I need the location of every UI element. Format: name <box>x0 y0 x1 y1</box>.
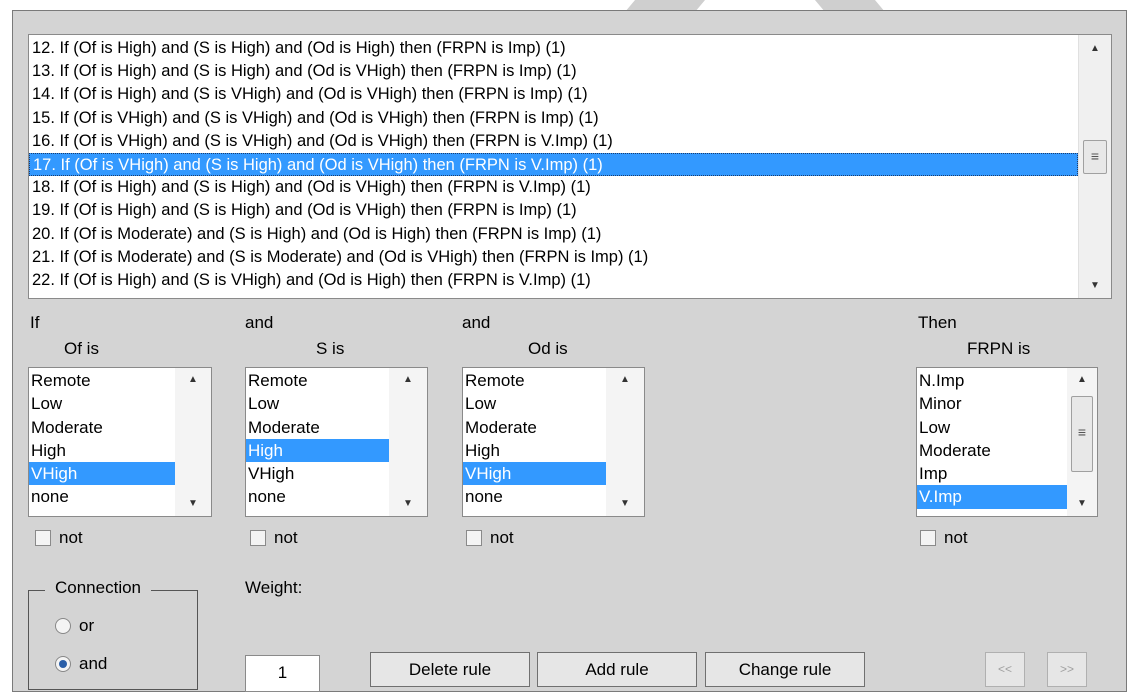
listbox-option[interactable]: Low <box>246 392 389 415</box>
rule-list-item[interactable]: 12. If (Of is High) and (S is High) and … <box>29 37 1078 60</box>
frpn-listbox[interactable]: N.Imp Minor Low Moderate Imp V.Imp ▲ ≡ ▼ <box>916 367 1098 517</box>
rule-list-item[interactable]: 18. If (Of is High) and (S is High) and … <box>29 176 1078 199</box>
listbox-option[interactable]: VHigh <box>29 462 175 486</box>
od-title: Od is <box>528 339 568 358</box>
scroll-down-icon[interactable]: ▼ <box>1079 276 1111 296</box>
scroll-up-icon[interactable]: ▲ <box>606 370 644 390</box>
and-label: and <box>79 654 108 673</box>
listbox-option[interactable]: none <box>29 485 175 508</box>
od-listbox-scrollbar[interactable]: ▲ ▼ <box>606 368 644 516</box>
not-label: not <box>274 528 298 547</box>
checkbox-box[interactable] <box>920 530 936 546</box>
scroll-up-icon[interactable]: ▲ <box>389 370 427 390</box>
rule-list-item[interactable]: 19. If (Of is High) and (S is High) and … <box>29 199 1078 222</box>
rule-list-items: 12. If (Of is High) and (S is High) and … <box>29 37 1078 292</box>
delete-rule-button[interactable]: Delete rule <box>370 652 530 687</box>
grip-icon: ≡ <box>1090 148 1100 165</box>
listbox-option[interactable]: Minor <box>917 392 1067 415</box>
frpn-listbox-scrollbar[interactable]: ▲ ≡ ▼ <box>1067 368 1097 516</box>
rule-list-item[interactable]: 13. If (Of is High) and (S is High) and … <box>29 60 1078 83</box>
rule-list-item[interactable]: 14. If (Of is High) and (S is VHigh) and… <box>29 83 1078 106</box>
weight-label: Weight: <box>245 578 303 597</box>
listbox-option[interactable]: Remote <box>246 369 389 392</box>
top-background <box>0 0 1127 12</box>
listbox-option[interactable]: Moderate <box>246 416 389 439</box>
listbox-option[interactable]: Low <box>463 392 606 415</box>
scroll-down-icon[interactable]: ▼ <box>175 494 211 514</box>
rule-list-item[interactable]: 20. If (Of is Moderate) and (S is High) … <box>29 223 1078 246</box>
of-not-checkbox[interactable]: not <box>35 528 83 548</box>
rule-list-item[interactable]: 15. If (Of is VHigh) and (S is VHigh) an… <box>29 107 1078 130</box>
od-not-checkbox[interactable]: not <box>466 528 514 548</box>
listbox-option[interactable]: High <box>246 438 389 463</box>
rule-list[interactable]: 12. If (Of is High) and (S is High) and … <box>28 34 1112 299</box>
listbox-option[interactable]: none <box>463 485 606 508</box>
s-title: S is <box>316 339 345 358</box>
listbox-option[interactable]: Moderate <box>917 439 1067 462</box>
listbox-option[interactable]: Moderate <box>463 416 606 439</box>
and-radio[interactable]: and <box>55 654 107 674</box>
of-listbox[interactable]: Remote Low Moderate High VHigh none ▲ ▼ <box>28 367 212 517</box>
of-listbox-scrollbar[interactable]: ▲ ▼ <box>175 368 211 516</box>
listbox-option[interactable]: N.Imp <box>917 369 1067 392</box>
radio-dot[interactable] <box>55 618 71 634</box>
listbox-option[interactable]: High <box>463 439 606 462</box>
checkbox-box[interactable] <box>466 530 482 546</box>
listbox-option[interactable]: Imp <box>917 462 1067 485</box>
scroll-thumb[interactable]: ≡ <box>1071 396 1093 472</box>
weight-input[interactable]: 1 <box>245 655 320 692</box>
not-label: not <box>490 528 514 547</box>
rule-list-item[interactable]: 21. If (Of is Moderate) and (S is Modera… <box>29 246 1078 269</box>
if-label: If <box>30 313 40 332</box>
listbox-option[interactable]: VHigh <box>246 462 389 485</box>
listbox-option[interactable]: Moderate <box>29 416 175 439</box>
not-label: not <box>59 528 83 547</box>
radio-dot[interactable] <box>55 656 71 672</box>
frpn-not-checkbox[interactable]: not <box>920 528 968 548</box>
or-label: or <box>79 616 95 635</box>
add-rule-button[interactable]: Add rule <box>537 652 697 687</box>
connection-group: Connection <box>28 578 198 690</box>
listbox-option[interactable]: Low <box>29 392 175 415</box>
scroll-down-icon[interactable]: ▼ <box>1067 494 1097 514</box>
then-label: Then <box>918 313 957 332</box>
rule-list-item[interactable]: 16. If (Of is VHigh) and (S is VHigh) an… <box>29 130 1078 153</box>
scroll-up-icon[interactable]: ▲ <box>1067 370 1097 390</box>
listbox-option[interactable]: none <box>246 485 389 508</box>
and-label-1: and <box>245 313 274 332</box>
listbox-option[interactable]: VHigh <box>463 462 606 486</box>
not-label: not <box>944 528 968 547</box>
rule-list-item[interactable]: 17. If (Of is VHigh) and (S is High) and… <box>29 152 1078 177</box>
checkbox-box[interactable] <box>35 530 51 546</box>
listbox-option[interactable]: High <box>29 439 175 462</box>
listbox-option[interactable]: Remote <box>29 369 175 392</box>
prev-button[interactable]: << <box>985 652 1025 687</box>
connection-title: Connection <box>45 578 152 598</box>
listbox-option[interactable]: Remote <box>463 369 606 392</box>
s-listbox[interactable]: Remote Low Moderate High VHigh none ▲ ▼ <box>245 367 428 517</box>
checkbox-box[interactable] <box>250 530 266 546</box>
of-title: Of is <box>64 339 99 358</box>
grip-icon: ≡ <box>1077 424 1087 440</box>
scroll-down-icon[interactable]: ▼ <box>389 494 427 514</box>
scroll-up-icon[interactable]: ▲ <box>1079 39 1111 59</box>
scroll-down-icon[interactable]: ▼ <box>606 494 644 514</box>
od-listbox[interactable]: Remote Low Moderate High VHigh none ▲ ▼ <box>462 367 645 517</box>
change-rule-button[interactable]: Change rule <box>705 652 865 687</box>
frpn-title: FRPN is <box>967 339 1031 358</box>
s-listbox-scrollbar[interactable]: ▲ ▼ <box>389 368 427 516</box>
rule-list-item[interactable]: 22. If (Of is High) and (S is VHigh) and… <box>29 269 1078 292</box>
or-radio[interactable]: or <box>55 616 94 636</box>
listbox-option[interactable]: Low <box>917 416 1067 439</box>
scroll-thumb[interactable]: ≡ <box>1083 140 1107 175</box>
and-label-2: and <box>462 313 491 332</box>
scroll-up-icon[interactable]: ▲ <box>175 370 211 390</box>
s-not-checkbox[interactable]: not <box>250 528 298 548</box>
next-button[interactable]: >> <box>1047 652 1087 687</box>
listbox-option[interactable]: V.Imp <box>917 485 1067 509</box>
rule-list-scrollbar[interactable]: ▲ ≡ ▼ <box>1078 35 1111 298</box>
